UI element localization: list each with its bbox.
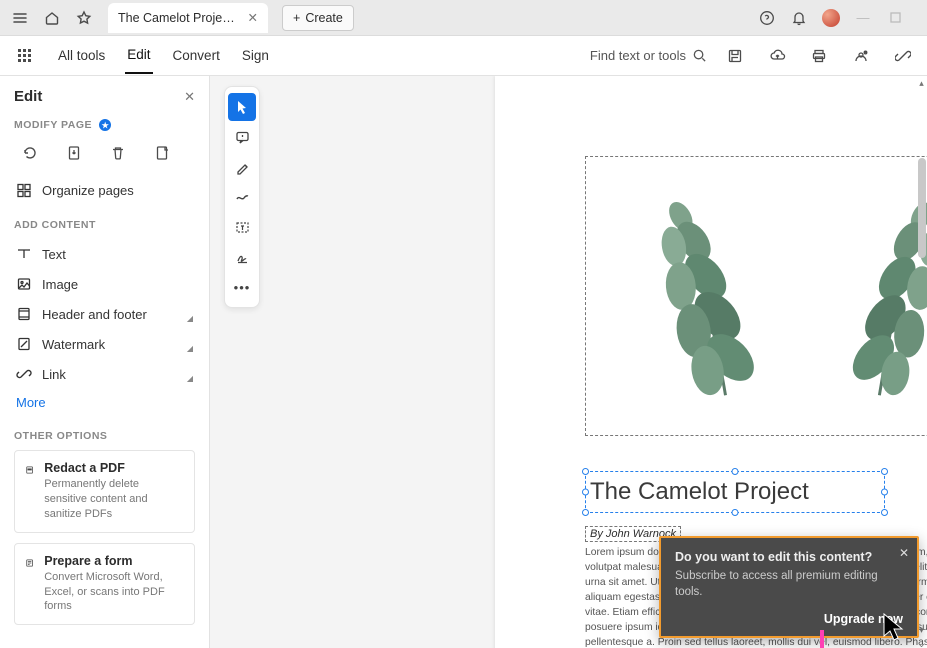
extract-page-icon[interactable] — [60, 139, 88, 167]
select-tool-icon[interactable] — [228, 93, 256, 121]
sidebar-item-image[interactable]: Image — [14, 269, 195, 299]
draw-tool-icon[interactable] — [228, 183, 256, 211]
redact-icon — [25, 461, 34, 479]
popup-title: Do you want to edit this content? — [675, 550, 903, 564]
scroll-down-icon[interactable]: ⌄ — [916, 639, 927, 648]
chevron-down-icon: ◢ — [187, 314, 193, 323]
star-icon[interactable] — [70, 4, 98, 32]
chevron-down-icon: ◢ — [187, 344, 193, 353]
avatar[interactable] — [817, 4, 845, 32]
upgrade-now-button[interactable]: Upgrade now — [824, 612, 903, 626]
window-minimize-icon[interactable]: — — [849, 4, 877, 32]
card-title: Redact a PDF — [44, 461, 184, 475]
menu-convert[interactable]: Convert — [171, 38, 222, 73]
card-redact[interactable]: Redact a PDF Permanently delete sensitiv… — [14, 450, 195, 533]
section-modify: MODIFY PAGE ★ — [14, 119, 195, 131]
image-selection-box[interactable] — [585, 156, 927, 436]
document-title: The Camelot Project — [590, 478, 809, 506]
cloud-upload-icon[interactable] — [763, 42, 791, 70]
leaf-image — [586, 157, 927, 435]
print-icon[interactable] — [805, 42, 833, 70]
document-tab[interactable]: The Camelot Project... ✕ — [108, 3, 268, 33]
card-title: Prepare a form — [44, 554, 184, 568]
tab-title: The Camelot Project... — [118, 11, 240, 25]
sidebar-title: Edit — [14, 88, 42, 105]
header-footer-icon — [16, 306, 32, 322]
hamburger-icon[interactable] — [6, 4, 34, 32]
sidebar-item-watermark[interactable]: Watermark ◢ — [14, 329, 195, 359]
close-tab-icon[interactable]: ✕ — [248, 10, 258, 25]
search-icon — [692, 48, 707, 63]
info-badge-icon[interactable]: ★ — [99, 119, 111, 131]
highlight-tool-icon[interactable] — [228, 153, 256, 181]
home-icon[interactable] — [38, 4, 66, 32]
text-icon — [16, 246, 32, 262]
chevron-down-icon: ◢ — [187, 374, 193, 383]
menu-edit[interactable]: Edit — [125, 37, 152, 74]
card-prepare-form[interactable]: Prepare a form Convert Microsoft Word, E… — [14, 543, 195, 626]
card-sub: Convert Microsoft Word, Excel, or scans … — [44, 570, 184, 615]
watermark-icon — [16, 336, 32, 352]
find-text[interactable]: Find text or tools — [590, 48, 707, 63]
sidebar: Edit ✕ MODIFY PAGE ★ Organize pages ADD … — [0, 76, 210, 648]
create-label: Create — [305, 11, 343, 25]
link-icon — [16, 366, 32, 382]
add-text-tool-icon[interactable] — [228, 213, 256, 241]
sidebar-item-header-footer[interactable]: Header and footer ◢ — [14, 299, 195, 329]
form-icon — [25, 554, 34, 572]
window-maximize-icon[interactable] — [881, 4, 909, 32]
floating-toolbar: ••• — [224, 86, 260, 308]
more-link[interactable]: More — [14, 389, 195, 416]
sidebar-item-link[interactable]: Link ◢ — [14, 359, 195, 389]
grid-icon[interactable] — [10, 42, 38, 70]
share-icon[interactable] — [847, 42, 875, 70]
upgrade-popup: ✕ Do you want to edit this content? Subs… — [659, 536, 919, 638]
close-popup-icon[interactable]: ✕ — [899, 546, 909, 560]
insert-page-icon[interactable] — [148, 139, 176, 167]
organize-icon — [16, 182, 32, 198]
more-tools-icon[interactable]: ••• — [228, 273, 256, 301]
rotate-icon[interactable] — [16, 139, 44, 167]
save-icon[interactable] — [721, 42, 749, 70]
comment-tool-icon[interactable] — [228, 123, 256, 151]
card-sub: Permanently delete sensitive content and… — [44, 477, 184, 522]
toolbar: All tools Edit Convert Sign Find text or… — [0, 36, 927, 76]
menu-all-tools[interactable]: All tools — [56, 38, 107, 73]
link-icon[interactable] — [889, 42, 917, 70]
scroll-thumb[interactable] — [918, 158, 926, 258]
section-add: ADD CONTENT — [14, 219, 195, 231]
bell-icon[interactable] — [785, 4, 813, 32]
close-sidebar-icon[interactable]: ✕ — [184, 89, 195, 105]
find-label: Find text or tools — [590, 48, 686, 63]
help-icon[interactable] — [753, 4, 781, 32]
sidebar-item-organize[interactable]: Organize pages — [14, 175, 195, 205]
annotation-marker — [820, 630, 824, 648]
window-close-icon[interactable] — [913, 4, 921, 32]
sign-tool-icon[interactable] — [228, 243, 256, 271]
popup-body: Subscribe to access all premium editing … — [675, 568, 903, 600]
create-button[interactable]: + Create — [282, 5, 354, 31]
scroll-up-icon[interactable]: ▴ — [916, 78, 927, 89]
titlebar: The Camelot Project... ✕ + Create — — [0, 0, 927, 36]
sidebar-item-text[interactable]: Text — [14, 239, 195, 269]
section-other: OTHER OPTIONS — [14, 430, 195, 442]
delete-page-icon[interactable] — [104, 139, 132, 167]
menu-sign[interactable]: Sign — [240, 38, 271, 73]
plus-icon: + — [293, 11, 300, 25]
title-selection-box[interactable]: The Camelot Project — [585, 471, 885, 513]
image-icon — [16, 276, 32, 292]
